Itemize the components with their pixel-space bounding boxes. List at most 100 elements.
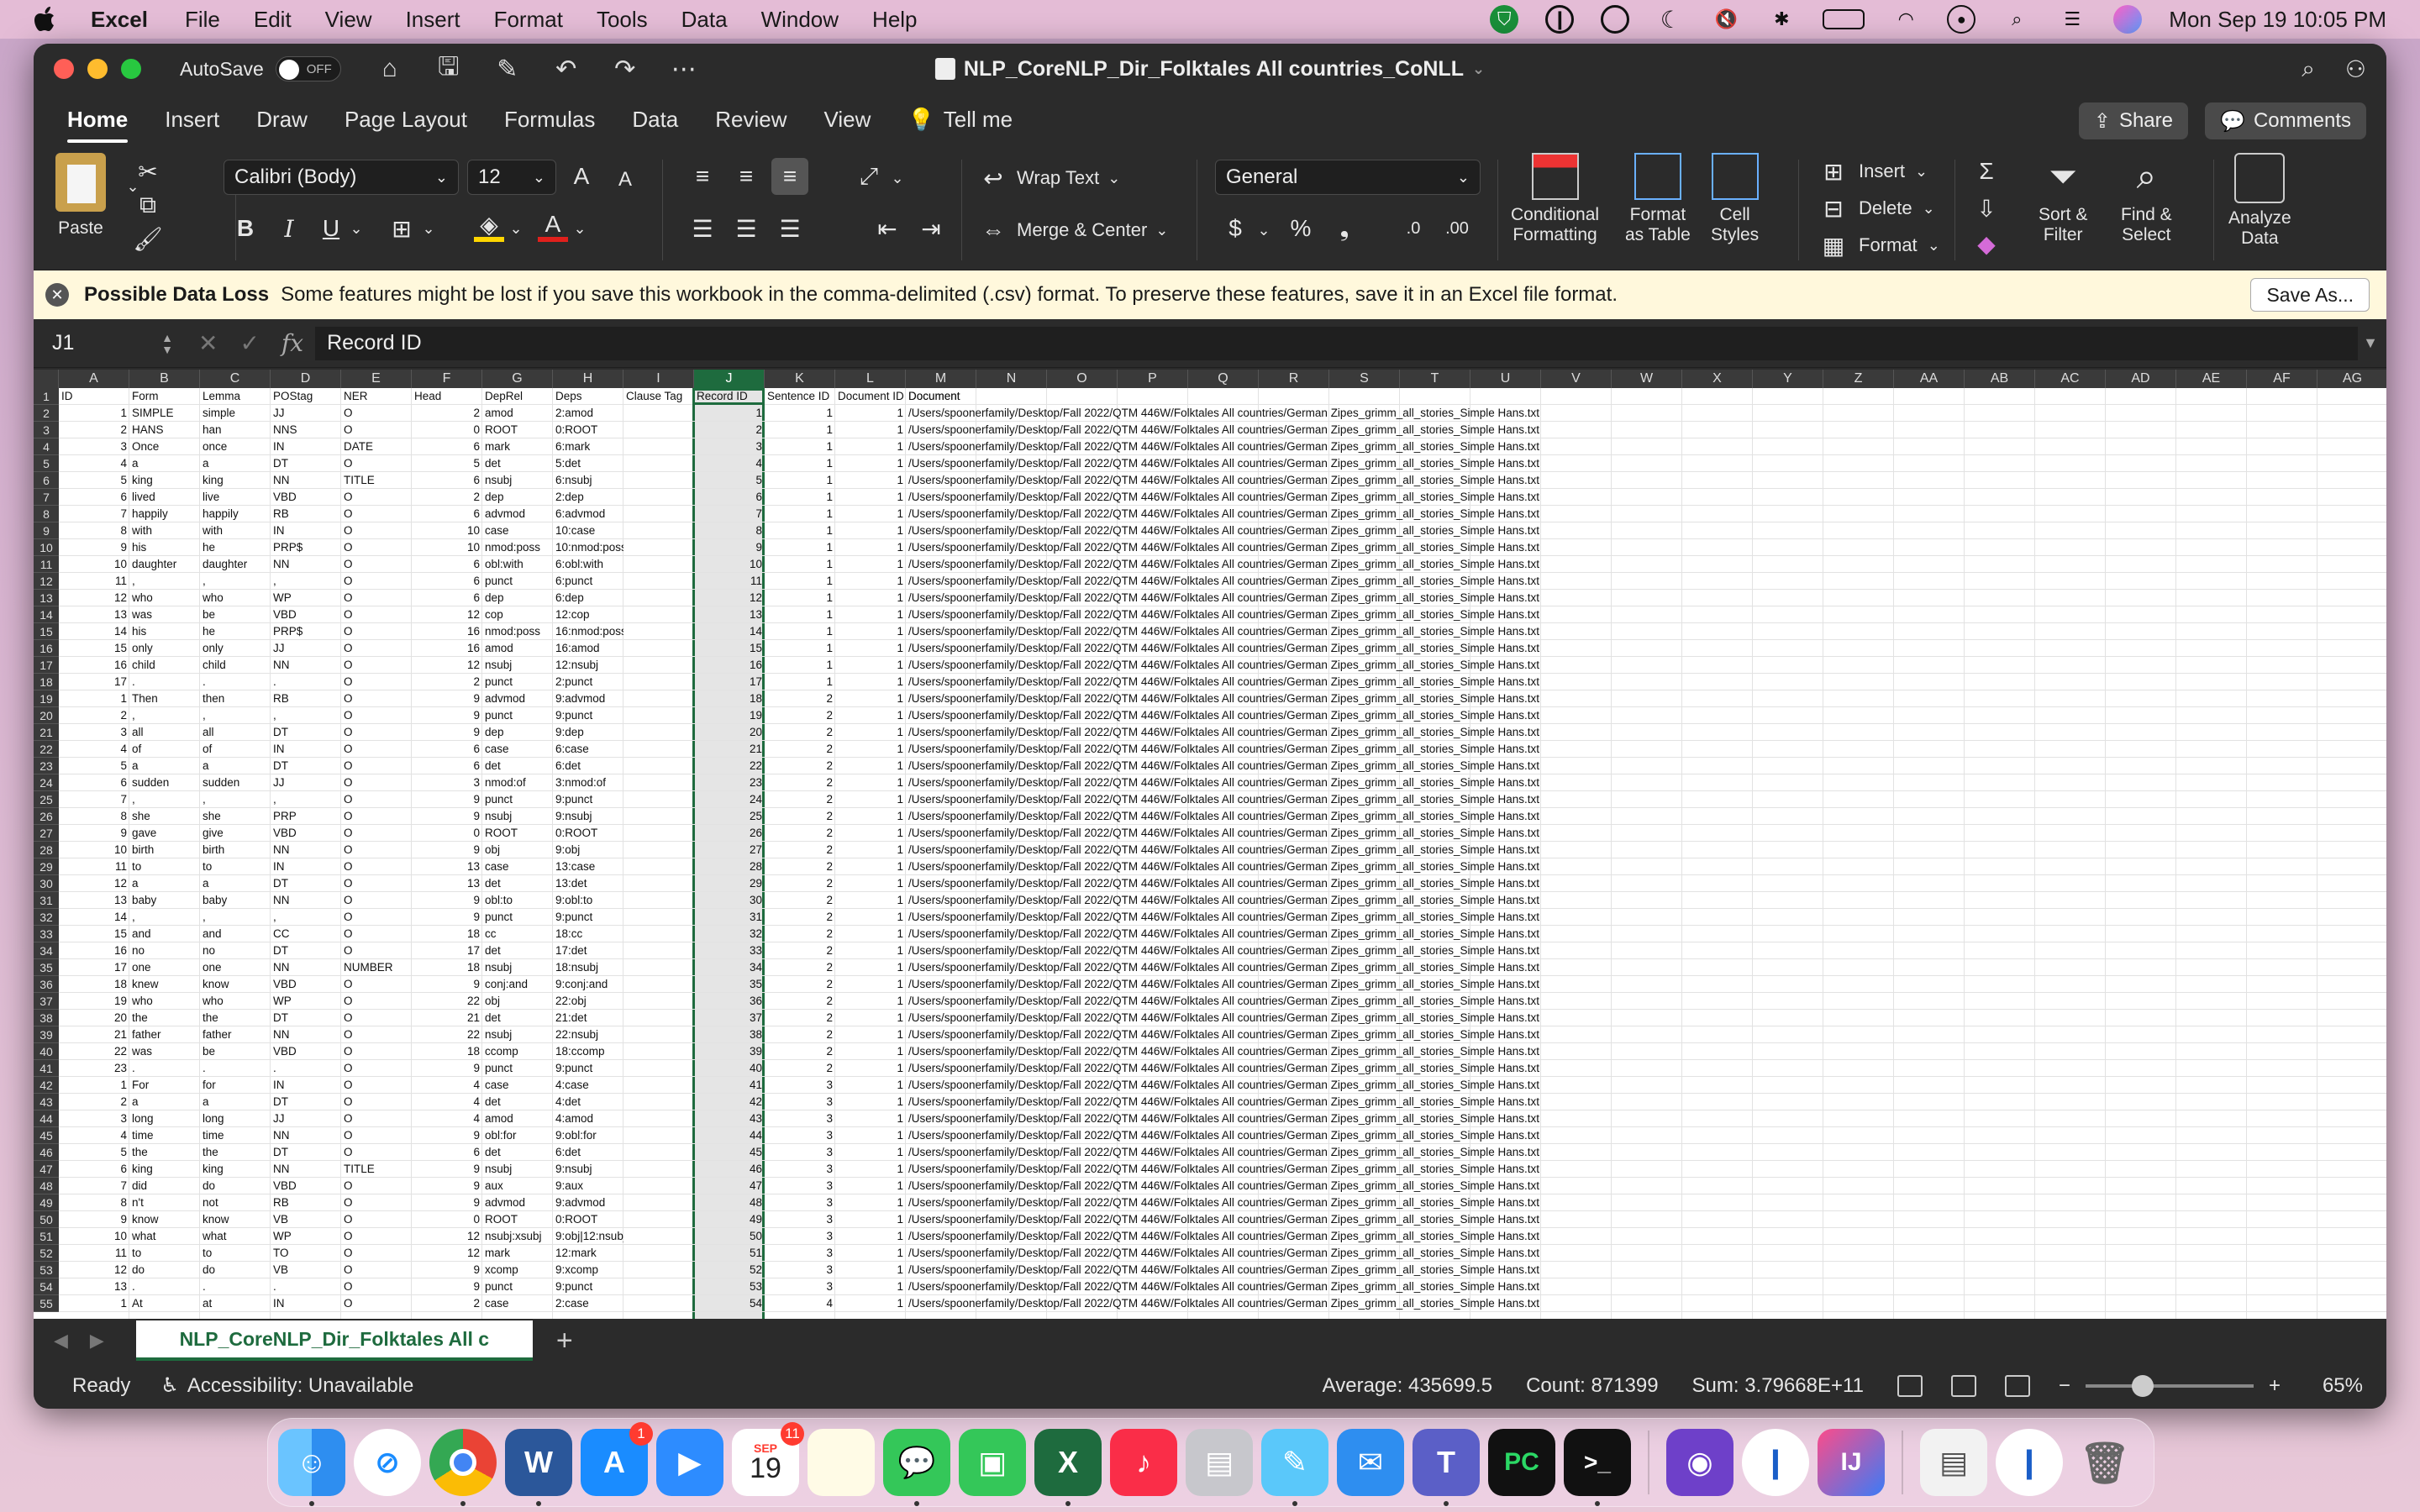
menu-app-excel[interactable]: Excel	[91, 7, 148, 33]
cell[interactable]: O	[341, 1178, 412, 1194]
cell[interactable]: do	[200, 1262, 271, 1278]
document-path-cell[interactable]: /Users/spoonerfamily/Desktop/Fall 2022/Q…	[906, 1295, 1542, 1312]
row-header[interactable]: 48	[34, 1178, 59, 1194]
cell[interactable]: NN	[271, 842, 341, 858]
apple-menu-icon[interactable]	[32, 5, 60, 34]
comments-button[interactable]: 💬 Comments	[2205, 102, 2366, 139]
cell[interactable]: 11	[59, 573, 129, 590]
cell[interactable]: DT	[271, 455, 341, 472]
row-header[interactable]: 3	[34, 422, 59, 438]
cell[interactable]: 16	[412, 640, 482, 657]
cell[interactable]: 0:ROOT	[553, 422, 623, 438]
column-header-ac[interactable]: AC	[2035, 370, 2106, 388]
cell[interactable]: 1	[835, 539, 906, 556]
cell[interactable]: 2	[765, 825, 835, 842]
stat-sum[interactable]: Sum: 3.79668E+11	[1692, 1374, 1864, 1398]
increase-decimal-icon[interactable]: .0	[1398, 213, 1428, 244]
tab-insert[interactable]: Insert	[165, 98, 219, 141]
cell[interactable]: 0	[412, 825, 482, 842]
cell[interactable]: Then	[129, 690, 200, 707]
cell[interactable]: 3	[765, 1245, 835, 1262]
document-path-cell[interactable]: /Users/spoonerfamily/Desktop/Fall 2022/Q…	[906, 1161, 1542, 1178]
cell[interactable]: 1	[835, 438, 906, 455]
siri-icon[interactable]	[2113, 5, 2143, 34]
cell[interactable]: 44	[694, 1127, 765, 1144]
row-header[interactable]: 51	[34, 1228, 59, 1245]
cell[interactable]: 10	[59, 556, 129, 573]
music-icon[interactable]: ♪	[1110, 1429, 1177, 1496]
column-header-q[interactable]: Q	[1188, 370, 1259, 388]
column-header-ae[interactable]: AE	[2176, 370, 2247, 388]
column-header-b[interactable]: B	[129, 370, 200, 388]
row-header[interactable]: 40	[34, 1043, 59, 1060]
cell[interactable]: 1	[835, 1077, 906, 1094]
cell[interactable]: O	[341, 455, 412, 472]
cell[interactable]: NN	[271, 959, 341, 976]
cell[interactable]: 10:nmod:poss	[553, 539, 623, 556]
cell[interactable]: 15	[59, 640, 129, 657]
cell[interactable]: 18:nsubj	[553, 959, 623, 976]
cell[interactable]: NNS	[271, 422, 341, 438]
cell[interactable]: nmod:poss	[482, 539, 553, 556]
cell[interactable]: 1	[765, 606, 835, 623]
document-path-cell[interactable]: /Users/spoonerfamily/Desktop/Fall 2022/Q…	[906, 590, 1542, 606]
pycharm-icon[interactable]: PC	[1488, 1429, 1555, 1496]
cell[interactable]: 35	[694, 976, 765, 993]
document-path-cell[interactable]: /Users/spoonerfamily/Desktop/Fall 2022/Q…	[906, 489, 1542, 506]
cell[interactable]: O	[341, 858, 412, 875]
cell[interactable]: 17	[694, 674, 765, 690]
cell[interactable]: of	[129, 741, 200, 758]
cell[interactable]: 17:det	[553, 942, 623, 959]
cell[interactable]: JJ	[271, 1110, 341, 1127]
row-header[interactable]: 14	[34, 606, 59, 623]
cell[interactable]	[623, 707, 694, 724]
document-path-cell[interactable]: /Users/spoonerfamily/Desktop/Fall 2022/Q…	[906, 573, 1542, 590]
cell[interactable]: dep	[482, 489, 553, 506]
cell[interactable]: 1	[835, 875, 906, 892]
cell[interactable]: O	[341, 422, 412, 438]
cell[interactable]: 1	[765, 539, 835, 556]
facetime-icon[interactable]: ▣	[959, 1429, 1026, 1496]
chevron-down-icon[interactable]: ⌄	[1249, 215, 1279, 245]
cell[interactable]	[623, 1094, 694, 1110]
cell[interactable]: mark	[482, 438, 553, 455]
cell[interactable]: 1	[765, 573, 835, 590]
row-header[interactable]: 41	[34, 1060, 59, 1077]
document-path-cell[interactable]: /Users/spoonerfamily/Desktop/Fall 2022/Q…	[906, 1144, 1542, 1161]
cell[interactable]: .	[200, 1278, 271, 1295]
cell[interactable]: 9	[412, 1194, 482, 1211]
cell[interactable]: IN	[271, 438, 341, 455]
chevron-down-icon[interactable]: ⌄	[341, 213, 371, 244]
menu-window[interactable]: Window	[761, 7, 839, 33]
cell[interactable]: ccomp	[482, 1043, 553, 1060]
column-header-d[interactable]: D	[271, 370, 341, 388]
row-header[interactable]: 5	[34, 455, 59, 472]
column-header-f[interactable]: F	[412, 370, 482, 388]
chrome-icon[interactable]	[429, 1429, 497, 1506]
cell[interactable]: birth	[129, 842, 200, 858]
cell-area[interactable]: ID Form Lemma POStag NER Head DepRel Deps Clause…	[59, 388, 2386, 1312]
home-icon[interactable]: ⌂	[375, 54, 405, 84]
column-header-a[interactable]: A	[59, 370, 129, 388]
cell[interactable]: JJ	[271, 405, 341, 422]
cell[interactable]: 9	[412, 909, 482, 926]
cell[interactable]: Document	[906, 388, 963, 405]
cell[interactable]: .	[129, 1060, 200, 1077]
cell[interactable]: 6	[59, 774, 129, 791]
row-header[interactable]: 9	[34, 522, 59, 539]
cell[interactable]: 43	[694, 1110, 765, 1127]
document-path-cell[interactable]: /Users/spoonerfamily/Desktop/Fall 2022/Q…	[906, 438, 1542, 455]
cell[interactable]: 1	[765, 489, 835, 506]
sort-filter-button[interactable]: ⏷ Sort & Filter	[2039, 153, 2087, 245]
cell[interactable]: O	[341, 808, 412, 825]
format-as-table-button[interactable]: Format as Table	[1625, 153, 1691, 245]
cell[interactable]: 17	[412, 942, 482, 959]
wifi-icon[interactable]: ◠	[1891, 5, 1920, 34]
cell[interactable]: 2	[765, 875, 835, 892]
cell[interactable]: 1	[765, 556, 835, 573]
cell[interactable]: O	[341, 1262, 412, 1278]
cell[interactable]: 12:mark	[553, 1245, 623, 1262]
cell[interactable]: 10	[694, 556, 765, 573]
cell[interactable]: dep	[482, 724, 553, 741]
cell[interactable]: a	[200, 455, 271, 472]
